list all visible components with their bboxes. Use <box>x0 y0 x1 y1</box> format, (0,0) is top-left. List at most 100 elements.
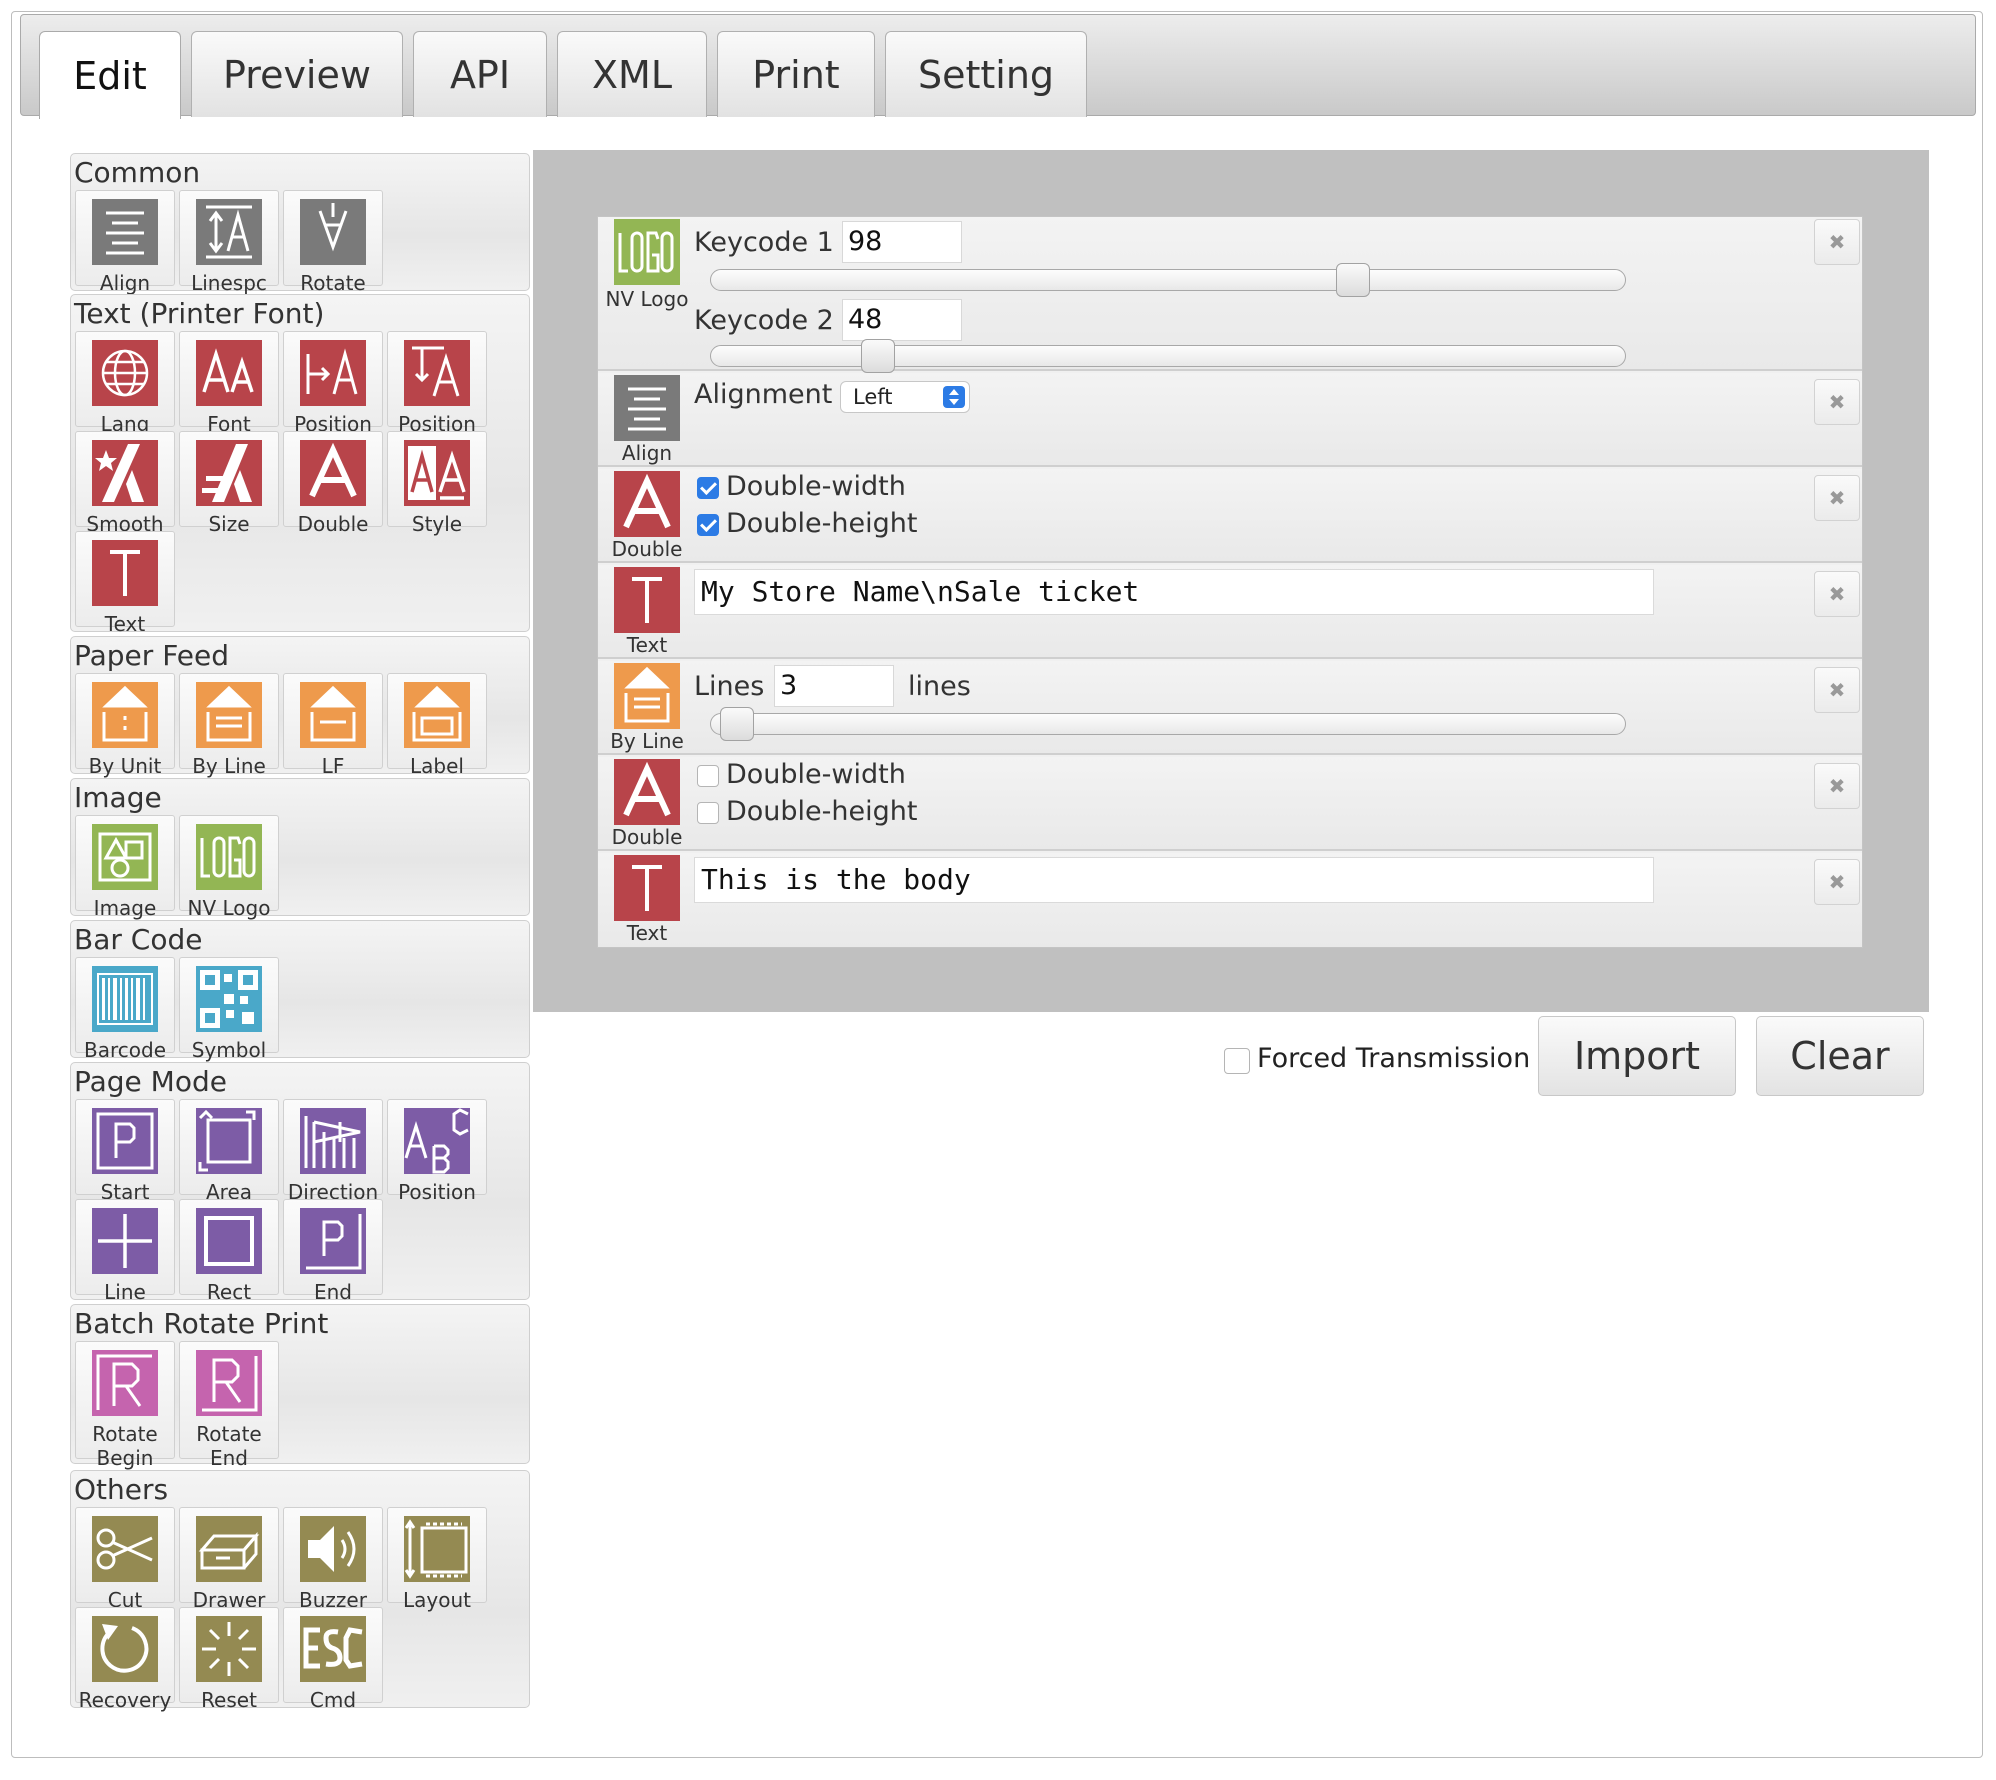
command-nv-logo[interactable]: NV Logo Keycode 1 98 Keycode 2 48 ✖ <box>598 217 1862 373</box>
palette-style-button[interactable]: Style <box>387 431 487 536</box>
keycode1-slider[interactable] <box>710 263 1626 297</box>
palette-pm-direction-button[interactable]: Direction <box>283 1099 383 1204</box>
remove-command-button[interactable]: ✖ <box>1814 571 1860 617</box>
palette-pm-line-button[interactable]: Line <box>75 1199 175 1304</box>
palette-lf-button[interactable]: LF <box>283 673 383 778</box>
palette-group-barcode: Bar Code Barcode Symbol <box>70 920 530 1062</box>
remove-command-button[interactable]: ✖ <box>1814 763 1860 809</box>
palette-layout-button[interactable]: Layout <box>387 1507 487 1612</box>
command-text[interactable]: Text My Store Name\nSale ticket ✖ <box>598 565 1862 659</box>
command-align[interactable]: Align Alignment Left ✖ <box>598 373 1862 467</box>
palette-text-button[interactable]: Text <box>75 531 175 636</box>
select-arrows-icon <box>943 386 965 408</box>
line-icon <box>92 1208 158 1274</box>
palette-barcode-button[interactable]: Barcode <box>75 957 175 1062</box>
clear-button[interactable]: Clear <box>1756 1016 1924 1096</box>
page-direction-icon <box>300 1108 366 1174</box>
text-input[interactable]: This is the body <box>694 857 1654 903</box>
tab-setting[interactable]: Setting <box>885 31 1087 117</box>
palette-feed-unit-button[interactable]: By Unit <box>75 673 175 778</box>
palette-pm-start-button[interactable]: Start <box>75 1099 175 1204</box>
esc-command-icon <box>300 1616 366 1682</box>
slider-thumb[interactable] <box>1335 263 1370 297</box>
command-text[interactable]: Text This is the body ✖ <box>598 853 1862 947</box>
command-double[interactable]: Double Double-width Double-height ✖ <box>598 469 1862 563</box>
scissors-icon <box>92 1516 158 1582</box>
palette-pm-rect-button[interactable]: Rect <box>179 1199 279 1304</box>
palette-label: Size <box>208 512 250 536</box>
keycode2-input[interactable]: 48 <box>842 299 962 341</box>
palette-rotate-button[interactable]: Rotate <box>283 190 383 295</box>
palette-label: Rotate <box>300 271 366 295</box>
tab-print[interactable]: Print <box>717 31 875 117</box>
palette-cut-button[interactable]: Cut <box>75 1507 175 1612</box>
palette-position-v-button[interactable]: Position <box>387 331 487 436</box>
palette-cmd-button[interactable]: Cmd <box>283 1607 383 1712</box>
palette-image-button[interactable]: Image <box>75 815 175 920</box>
page-start-icon <box>92 1108 158 1174</box>
rectangle-icon <box>196 1208 262 1274</box>
double-width-checkbox[interactable] <box>697 477 719 499</box>
palette-smooth-button[interactable]: Smooth <box>75 431 175 536</box>
palette-position-h-button[interactable]: Position <box>283 331 383 436</box>
palette-pm-position-button[interactable]: Position <box>387 1099 487 1204</box>
palette-lang-button[interactable]: Lang <box>75 331 175 436</box>
remove-command-button[interactable]: ✖ <box>1814 475 1860 521</box>
barcode-icon <box>92 966 158 1032</box>
command-feed-by-line[interactable]: By Line Lines 3 lines ✖ <box>598 661 1862 755</box>
palette-pm-end-button[interactable]: End <box>283 1199 383 1304</box>
remove-command-button[interactable]: ✖ <box>1814 859 1860 905</box>
palette-rotate-begin-button[interactable]: Rotate Begin <box>75 1341 175 1470</box>
tab-bar: Edit Preview API XML Print Setting <box>20 14 1976 119</box>
palette-double-button[interactable]: Double <box>283 431 383 536</box>
tab-preview[interactable]: Preview <box>191 31 403 117</box>
slider-thumb[interactable] <box>860 339 895 373</box>
palette-reset-button[interactable]: Reset <box>179 1607 279 1712</box>
palette-feed-line-button[interactable]: By Line <box>179 673 279 778</box>
palette-linespc-button[interactable]: Linespc <box>179 190 279 295</box>
tab-edit[interactable]: Edit <box>39 31 181 119</box>
palette-nvlogo-button[interactable]: NV Logo <box>179 815 279 920</box>
palette-font-button[interactable]: Font <box>179 331 279 436</box>
palette-recovery-button[interactable]: Recovery <box>75 1607 175 1712</box>
palette-label-feed-button[interactable]: Label <box>387 673 487 778</box>
palette-size-button[interactable]: Size <box>179 431 279 536</box>
palette-group-batch-rotate: Batch Rotate Print Rotate Begin Rotate E… <box>70 1304 530 1470</box>
forced-transmission-label: Forced Transmission <box>1257 1043 1531 1074</box>
slider-thumb[interactable] <box>719 707 754 741</box>
lines-label: Lines <box>694 671 765 702</box>
lines-input[interactable]: 3 <box>774 665 894 707</box>
palette-align-button[interactable]: Align <box>75 190 175 295</box>
remove-command-button[interactable]: ✖ <box>1814 219 1860 265</box>
size-icon <box>196 440 262 506</box>
double-height-checkbox[interactable] <box>697 514 719 536</box>
tab-api[interactable]: API <box>413 31 547 117</box>
double-height-checkbox[interactable] <box>697 802 719 824</box>
remove-command-button[interactable]: ✖ <box>1814 667 1860 713</box>
alignment-select[interactable]: Left <box>840 381 970 413</box>
palette-symbol-button[interactable]: Symbol <box>179 957 279 1062</box>
recovery-icon <box>92 1616 158 1682</box>
palette-label: Symbol <box>191 1038 267 1062</box>
forced-transmission-checkbox[interactable] <box>1224 1048 1250 1074</box>
palette-label: Layout <box>403 1588 471 1612</box>
palette-label: Align <box>99 271 151 295</box>
palette-buzzer-button[interactable]: Buzzer <box>283 1507 383 1612</box>
keycode1-input[interactable]: 98 <box>842 221 962 263</box>
tab-xml[interactable]: XML <box>557 31 707 117</box>
palette-rotate-end-button[interactable]: Rotate End <box>179 1341 279 1470</box>
palette-drawer-button[interactable]: Drawer <box>179 1507 279 1612</box>
double-width-checkbox[interactable] <box>697 765 719 787</box>
command-double[interactable]: Double Double-width Double-height ✖ <box>598 757 1862 851</box>
lines-slider[interactable] <box>710 707 1626 741</box>
page-area-icon <box>196 1108 262 1174</box>
line-spacing-icon <box>196 199 262 265</box>
smooth-icon <box>92 440 158 506</box>
import-button[interactable]: Import <box>1538 1016 1736 1096</box>
align-icon <box>614 375 680 441</box>
keycode2-slider[interactable] <box>710 339 1626 373</box>
palette-pm-area-button[interactable]: Area <box>179 1099 279 1204</box>
text-input[interactable]: My Store Name\nSale ticket <box>694 569 1654 615</box>
remove-command-button[interactable]: ✖ <box>1814 379 1860 425</box>
rotate-end-icon <box>196 1350 262 1416</box>
